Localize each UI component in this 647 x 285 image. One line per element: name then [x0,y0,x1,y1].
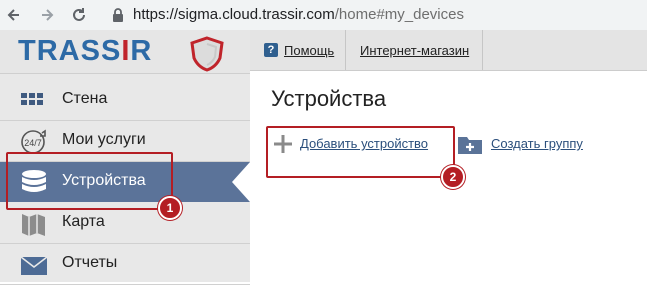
sidebar-item-label: Отчеты [62,254,118,271]
help-link[interactable]: Помощь [284,43,334,58]
logo-letter: R [36,35,59,67]
reload-icon[interactable] [68,4,90,26]
address-bar[interactable]: https://sigma.cloud.trassir.com/home#my_… [103,3,647,27]
divider [345,30,346,70]
svg-text:24/7: 24/7 [24,138,42,148]
logo-letter: T [18,35,37,67]
url-host: https://sigma.cloud.trassir.com [133,6,335,23]
sidebar-item-wall[interactable]: Стена [0,80,250,121]
logo-letter: R [130,35,153,67]
shop-link[interactable]: Интернет-магазин [360,43,469,58]
highlight-add-device [266,126,455,178]
grid-icon [18,86,50,114]
create-group-link[interactable]: Создать группу [491,136,583,151]
help-icon: ? [264,43,278,57]
map-icon [18,209,50,237]
logo: TRASSIR [18,35,152,68]
logo-area: TRASSIR [0,30,250,74]
sidebar-item-label: Стена [62,90,108,107]
shield-icon [188,36,226,77]
sidebar-item-label: Мои услуги [62,131,146,148]
top-bar: ? Помощь Интернет-магазин [250,30,647,71]
page-title: Устройства [271,86,387,111]
sidebar-item-reports[interactable]: Отчеты [0,244,250,285]
folder-add-icon[interactable] [456,132,484,161]
divider [482,30,483,70]
logo-letter: S [80,35,101,67]
browser-toolbar: https://sigma.cloud.trassir.com/home#my_… [0,0,647,30]
24-7-icon: 24/7 [18,127,50,155]
active-item-notch [232,162,250,207]
forward-icon[interactable] [36,4,58,26]
sidebar-item-label: Карта [62,213,105,230]
step-badge-2: 2 [441,165,465,189]
url-path: /home#my_devices [334,6,464,23]
highlight-devices [6,152,173,210]
active-item-pointer [250,162,264,207]
back-icon[interactable] [4,4,26,26]
step-badge-1: 1 [158,196,182,220]
logo-letter: A [58,35,81,67]
lock-icon [111,7,125,28]
logo-letter: S [100,35,122,67]
url-text: https://sigma.cloud.trassir.com/home#my_… [133,6,464,24]
envelope-icon [18,250,50,278]
